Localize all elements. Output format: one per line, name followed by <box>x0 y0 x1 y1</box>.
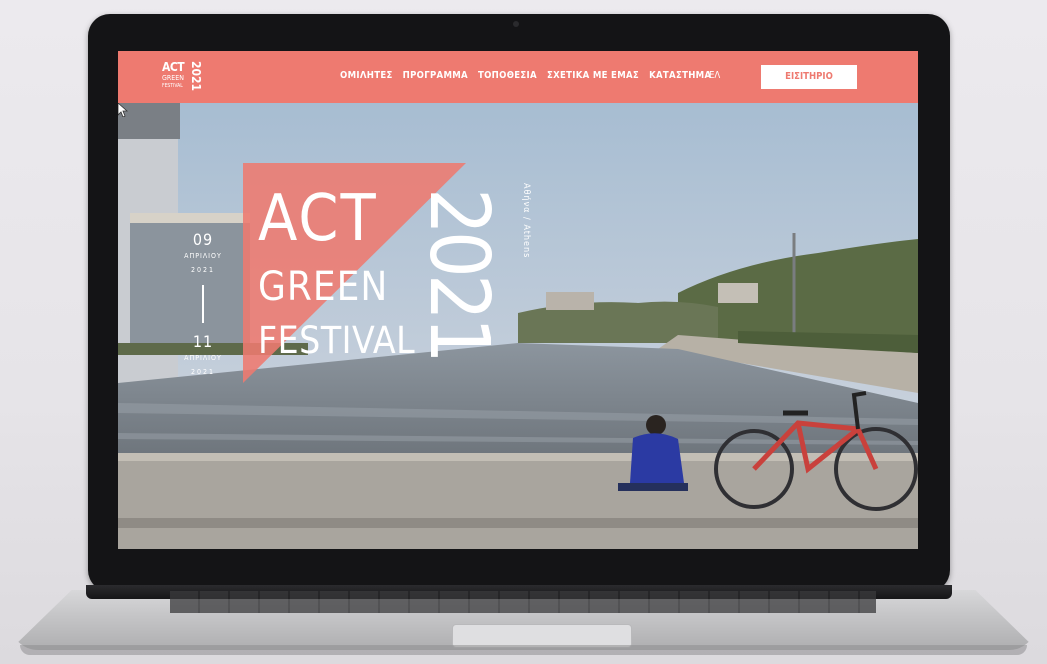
festival-dates: 09 ΑΠΡΙΛΙΟΥ 2021 11 ΑΠΡΙΛΙΟΥ 2021 <box>180 231 226 379</box>
start-year: 2021 <box>190 266 216 274</box>
logo-line-festival: FESTIVAL <box>162 83 183 89</box>
end-year: 2021 <box>190 368 216 376</box>
date-range-divider <box>202 285 204 323</box>
hero-title-green: GREEN <box>258 264 389 310</box>
end-day: 11 <box>192 332 214 351</box>
end-month: ΑΠΡΙΛΙΟΥ <box>184 354 222 362</box>
hero-title-festival: FESTIVAL <box>258 319 416 362</box>
mouse-cursor-icon <box>118 103 128 117</box>
nav-item-program[interactable]: ΠΡΟΓΡΑΜΜΑ <box>403 70 468 81</box>
start-month: ΑΠΡΙΛΙΟΥ <box>184 252 222 260</box>
nav-item-speakers[interactable]: ΟΜΙΛΗΤΕΣ <box>340 70 393 81</box>
coral-triangle-graphic <box>243 163 466 383</box>
hero-section: 09 ΑΠΡΙΛΙΟΥ 2021 11 ΑΠΡΙΛΙΟΥ 2021 ACT GR… <box>118 103 918 549</box>
logo-line-green: GREEN <box>162 74 184 82</box>
nav-item-location[interactable]: ΤΟΠΟΘΕΣΙΑ <box>478 70 537 81</box>
logo-line-act: ACT <box>162 60 185 74</box>
hero-title-act: ACT <box>258 182 378 256</box>
site-logo[interactable]: ACT GREEN FESTIVAL 2021 <box>162 60 212 94</box>
laptop-keyboard <box>170 591 876 613</box>
laptop-lid: ACT GREEN FESTIVAL 2021 ΟΜΙΛΗΤΕΣ ΠΡΟΓΡΑΜ… <box>88 14 950 592</box>
logo-year: 2021 <box>189 61 203 92</box>
nav-item-shop[interactable]: ΚΑΤΑΣΤΗΜΑ <box>649 70 711 81</box>
site-navbar: ACT GREEN FESTIVAL 2021 ΟΜΙΛΗΤΕΣ ΠΡΟΓΡΑΜ… <box>118 51 918 103</box>
ticket-button[interactable]: ΕΙΣΙΤΗΡΙΟ <box>761 65 857 89</box>
laptop-screen: ACT GREEN FESTIVAL 2021 ΟΜΙΛΗΤΕΣ ΠΡΟΓΡΑΜ… <box>118 51 918 549</box>
language-switch[interactable]: ΕΛ <box>709 70 720 81</box>
main-menu: ΟΜΙΛΗΤΕΣ ΠΡΟΓΡΑΜΜΑ ΤΟΠΟΘΕΣΙΑ ΣΧΕΤΙΚΑ ΜΕ … <box>340 70 721 81</box>
webcam <box>513 21 519 27</box>
laptop-base-edge <box>20 645 1027 655</box>
hero-city: Αθήνα / Athens <box>521 183 531 259</box>
hero-title-year: 2021 <box>411 188 506 360</box>
nav-item-about[interactable]: ΣΧΕΤΙΚΑ ΜΕ ΕΜΑΣ <box>547 70 639 81</box>
start-day: 09 <box>192 230 214 249</box>
